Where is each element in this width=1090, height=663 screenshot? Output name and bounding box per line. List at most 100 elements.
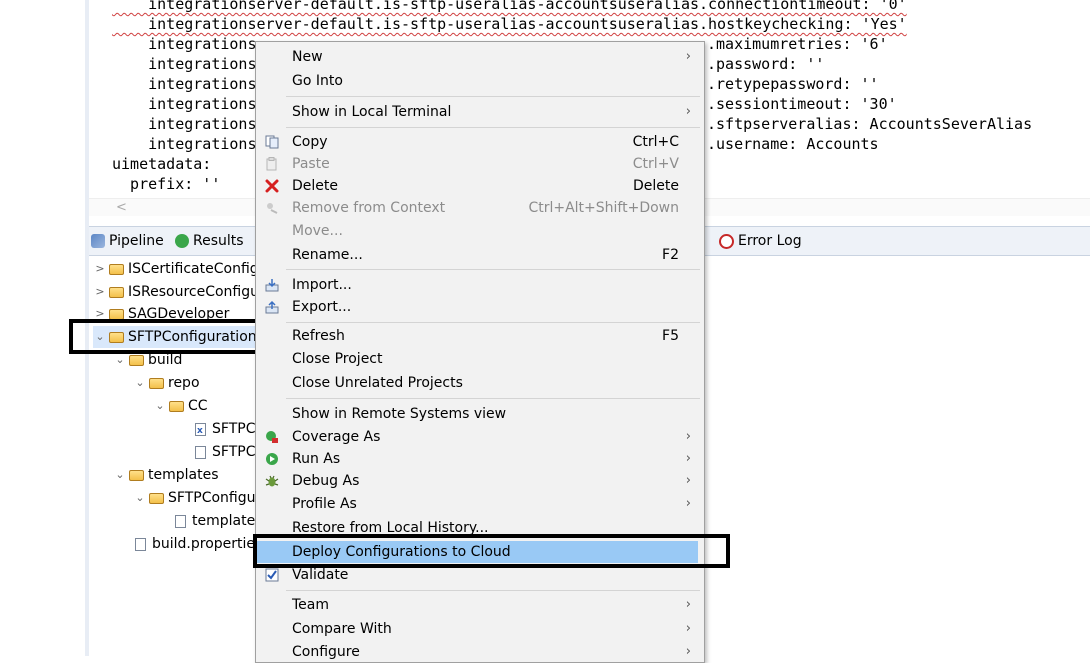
menu-item-copy[interactable]: Copy Ctrl+C bbox=[257, 131, 703, 153]
menu-separator bbox=[286, 322, 700, 323]
folder-icon bbox=[109, 263, 124, 275]
folder-icon bbox=[109, 286, 124, 298]
xml-file-icon bbox=[195, 420, 206, 442]
menu-item-close-unrelated-projects[interactable]: Close Unrelated Projects bbox=[257, 372, 703, 394]
submenu-arrow-icon: › bbox=[685, 496, 691, 511]
submenu-arrow-icon: › bbox=[685, 644, 691, 659]
folder-icon bbox=[149, 492, 164, 504]
menu-item-show-in-remote-systems[interactable]: Show in Remote Systems view bbox=[257, 403, 703, 425]
tree-item[interactable]: > ISCertificateConfig bbox=[93, 258, 258, 280]
tree-item[interactable]: ⌄ repo bbox=[133, 372, 199, 394]
tab-pipeline[interactable]: Pipeline bbox=[91, 227, 164, 255]
menu-separator bbox=[286, 590, 700, 591]
menu-item-go-into[interactable]: Go Into bbox=[257, 70, 703, 92]
text-file-icon bbox=[195, 445, 206, 459]
menu-item-import[interactable]: Import... bbox=[257, 274, 703, 296]
submenu-arrow-icon: › bbox=[685, 597, 691, 612]
tree-item[interactable]: SFTPC bbox=[191, 441, 255, 463]
tree-item[interactable]: SFTPC bbox=[191, 418, 255, 442]
menu-item-team[interactable]: Team › bbox=[257, 594, 703, 616]
remove-context-icon bbox=[267, 203, 278, 214]
tab-error-log[interactable]: Error Log bbox=[719, 227, 802, 255]
menu-item-coverage-as[interactable]: Coverage As › bbox=[257, 426, 703, 448]
code-line: integrations bbox=[112, 115, 257, 133]
code-line: integrationserver-default.is-sftp-useral… bbox=[112, 15, 907, 33]
debug-icon bbox=[265, 475, 279, 487]
chevron-right-icon[interactable]: > bbox=[93, 281, 107, 303]
menu-item-delete[interactable]: Delete Delete bbox=[257, 175, 703, 197]
folder-icon bbox=[149, 377, 164, 389]
code-line-tail: .sftpserveralias: AccountsSeverAlias bbox=[707, 115, 1033, 133]
scroll-left-icon[interactable]: < bbox=[116, 199, 127, 216]
submenu-arrow-icon: › bbox=[685, 473, 691, 488]
menu-separator bbox=[286, 127, 700, 128]
menu-separator bbox=[286, 96, 700, 97]
submenu-arrow-icon: › bbox=[685, 621, 691, 636]
coverage-icon bbox=[266, 431, 278, 443]
code-line: prefix: '' bbox=[112, 175, 221, 193]
chevron-right-icon[interactable]: > bbox=[93, 258, 107, 280]
paste-icon bbox=[266, 157, 277, 171]
import-icon bbox=[265, 279, 279, 292]
menu-separator bbox=[286, 398, 700, 399]
folder-icon bbox=[169, 400, 184, 412]
results-icon bbox=[175, 234, 189, 248]
export-icon bbox=[265, 300, 279, 314]
folder-icon bbox=[129, 469, 144, 481]
folder-icon bbox=[109, 308, 124, 320]
code-line: integrations bbox=[112, 95, 257, 113]
delete-icon bbox=[265, 179, 279, 193]
tree-item[interactable]: ⌄ SFTPConfigu bbox=[133, 487, 255, 509]
submenu-arrow-icon: › bbox=[685, 451, 691, 466]
code-line: integrations bbox=[112, 35, 257, 53]
tree-item[interactable]: ⌄ CC bbox=[153, 395, 207, 417]
context-menu: New › Go Into Show in Local Terminal › Cop… bbox=[255, 41, 705, 663]
menu-item-show-in-local-terminal[interactable]: Show in Local Terminal › bbox=[257, 101, 703, 123]
code-line: integrationserver-default.is-sftp-useral… bbox=[112, 0, 907, 13]
menu-item-run-as[interactable]: Run As › bbox=[257, 448, 703, 470]
menu-item-debug-as[interactable]: Debug As › bbox=[257, 470, 703, 492]
menu-item-paste[interactable]: Paste Ctrl+V bbox=[257, 153, 703, 175]
code-line-tail: .password: '' bbox=[707, 55, 825, 73]
menu-item-refresh[interactable]: Refresh F5 bbox=[257, 325, 703, 347]
submenu-arrow-icon: › bbox=[685, 429, 691, 444]
text-file-icon bbox=[175, 514, 186, 528]
binary-file-icon bbox=[135, 537, 146, 551]
code-line-tail: .sessiontimeout: '30' bbox=[707, 95, 897, 113]
menu-item-export[interactable]: Export... bbox=[257, 296, 703, 318]
menu-item-close-project[interactable]: Close Project bbox=[257, 348, 703, 370]
code-line-tail: .maximumretries: '6' bbox=[707, 35, 888, 53]
run-icon bbox=[266, 453, 278, 465]
menu-item-move[interactable]: Move... bbox=[257, 220, 703, 242]
annotation-box-sftpconfiguration bbox=[69, 319, 272, 354]
tree-item[interactable]: build.propertie bbox=[131, 533, 255, 555]
error-log-icon bbox=[719, 233, 734, 249]
code-line: integrations bbox=[112, 75, 257, 93]
menu-item-new[interactable]: New › bbox=[257, 46, 703, 68]
code-line: integrations bbox=[112, 55, 257, 73]
checkbox-icon bbox=[265, 568, 279, 582]
chevron-down-icon[interactable]: ⌄ bbox=[133, 487, 147, 509]
menu-item-remove-from-context[interactable]: Remove from Context Ctrl+Alt+Shift+Down bbox=[257, 197, 703, 219]
tree-item[interactable]: ⌄ templates bbox=[113, 464, 218, 486]
annotation-box-deploy bbox=[253, 534, 730, 568]
pipeline-icon bbox=[91, 234, 105, 248]
chevron-down-icon[interactable]: ⌄ bbox=[113, 464, 127, 486]
chevron-down-icon[interactable]: ⌄ bbox=[133, 372, 147, 394]
submenu-arrow-icon: › bbox=[685, 49, 691, 64]
code-line-tail: .retypepassword: '' bbox=[707, 75, 879, 93]
menu-item-configure[interactable]: Configure › bbox=[257, 641, 703, 663]
tree-item[interactable]: > ISResourceConfigu bbox=[93, 281, 259, 303]
menu-item-rename[interactable]: Rename... F2 bbox=[257, 244, 703, 266]
folder-icon bbox=[129, 354, 144, 366]
tree-item[interactable]: template bbox=[171, 510, 255, 532]
copy-icon bbox=[265, 135, 279, 149]
tab-results[interactable]: Results bbox=[175, 227, 244, 255]
submenu-arrow-icon: › bbox=[685, 104, 691, 119]
code-line: integrations bbox=[112, 135, 257, 153]
chevron-down-icon[interactable]: ⌄ bbox=[153, 395, 167, 417]
menu-item-profile-as[interactable]: Profile As › bbox=[257, 493, 703, 515]
menu-separator bbox=[286, 269, 700, 270]
code-line: uimetadata: bbox=[112, 155, 212, 173]
menu-item-compare-with[interactable]: Compare With › bbox=[257, 618, 703, 640]
